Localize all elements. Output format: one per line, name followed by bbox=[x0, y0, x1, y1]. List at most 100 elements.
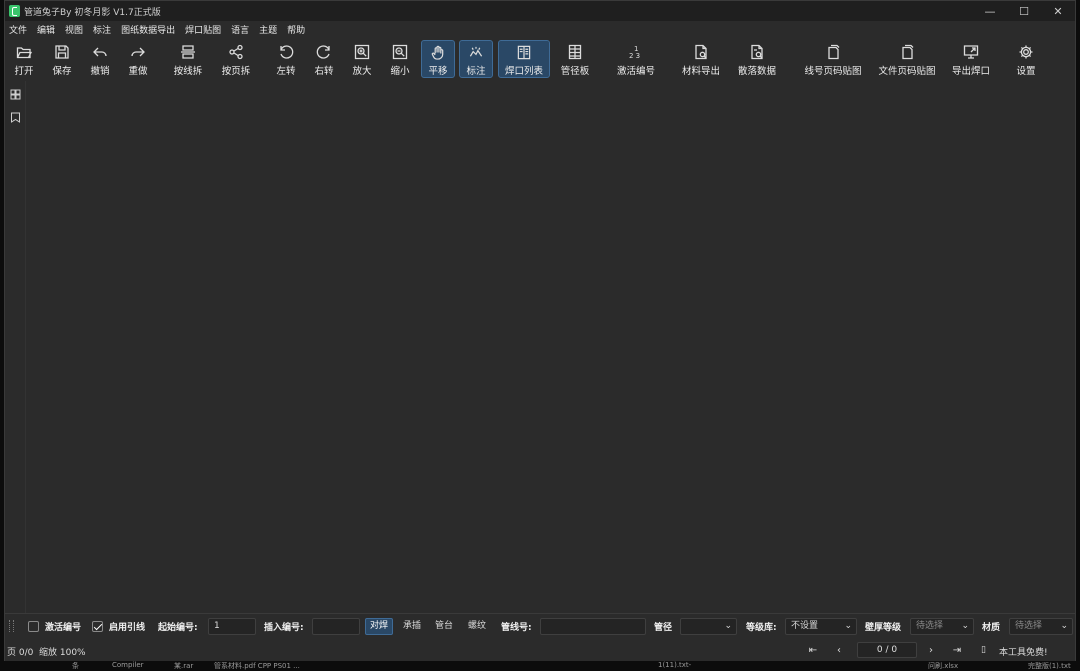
thumbnails-button[interactable] bbox=[8, 87, 22, 101]
weld-list-button[interactable]: 焊口列表 bbox=[498, 40, 550, 78]
desktop-label: 问刷.xlsx bbox=[928, 662, 959, 670]
menu-annotate[interactable]: 标注 bbox=[93, 23, 111, 36]
menu-help[interactable]: 帮助 bbox=[287, 23, 305, 36]
weld-type-boss[interactable]: 管台 bbox=[431, 618, 457, 635]
activate-numbering-button[interactable]: 2 31 激活编号 bbox=[613, 40, 659, 78]
menu-view[interactable]: 视图 bbox=[65, 23, 83, 36]
app-window: 管道兔子By 初冬月影 V1.7正式版 — ☐ ✕ 文件 编辑 视图 标注 图纸… bbox=[4, 0, 1076, 661]
hand-icon bbox=[431, 45, 444, 60]
file-page-stamp-icon bbox=[902, 44, 914, 60]
rotate-left-icon bbox=[280, 45, 294, 59]
rotate-right-icon bbox=[316, 45, 330, 59]
zoom-out-button[interactable]: 缩小 bbox=[385, 40, 415, 78]
grid-icon bbox=[10, 89, 20, 99]
document-canvas[interactable] bbox=[26, 81, 1075, 613]
enable-leader-checkbox[interactable]: 启用引线 bbox=[92, 620, 145, 633]
chevron-down-icon: ⌄ bbox=[961, 621, 969, 631]
activate-numbering-checkbox[interactable]: 激活编号 bbox=[28, 620, 81, 633]
first-page-button[interactable]: ⇤ bbox=[805, 643, 821, 657]
split-by-page-button[interactable]: 按页拆 bbox=[217, 40, 255, 78]
checkbox-checked[interactable] bbox=[92, 621, 103, 632]
start-number-label: 起始编号: bbox=[158, 623, 198, 633]
save-icon bbox=[55, 45, 69, 59]
chevron-down-icon: ⌄ bbox=[1060, 621, 1068, 631]
maximize-button[interactable]: ☐ bbox=[1007, 1, 1041, 21]
minimize-button[interactable]: — bbox=[973, 1, 1007, 21]
rotate-left-button[interactable]: 左转 bbox=[271, 40, 301, 78]
toolbar: 打开 保存 撤销 重做 按线拆 按页拆 左转 右转 放大 缩小 平移 标注 焊口… bbox=[5, 38, 1075, 80]
pipeline-number-label: 管线号: bbox=[501, 623, 532, 633]
menu-language[interactable]: 语言 bbox=[231, 23, 249, 36]
menu-edit[interactable]: 编辑 bbox=[37, 23, 55, 36]
undo-button[interactable]: 撤销 bbox=[85, 40, 115, 78]
next-page-button[interactable]: › bbox=[923, 643, 939, 657]
zoom-out-icon bbox=[392, 44, 408, 60]
numbering-icon: 2 31 bbox=[629, 45, 640, 60]
status-bar: 页 0/0 缩放 100% ⇤ ‹ 0 / 0 › ⇥ ▯ 本工具免费! bbox=[5, 640, 1075, 661]
zoom-in-icon bbox=[354, 44, 370, 60]
desktop-label: 完整版(1).txt bbox=[1028, 662, 1071, 670]
save-button[interactable]: 保存 bbox=[47, 40, 77, 78]
insert-number-label: 插入编号: bbox=[264, 623, 304, 633]
weld-type-butt[interactable]: 对焊 bbox=[365, 618, 394, 635]
zoom-in-button[interactable]: 放大 bbox=[347, 40, 377, 78]
start-number-input[interactable]: 1 bbox=[208, 618, 256, 635]
diameter-panel-button[interactable]: 管径板 bbox=[557, 40, 593, 78]
book-icon: ▯ bbox=[981, 645, 986, 655]
split-by-line-button[interactable]: 按线拆 bbox=[169, 40, 207, 78]
property-bar: 激活编号 启用引线 起始编号: 1 插入编号: 对焊 承插 管台 螺纹 管线号:… bbox=[5, 613, 1075, 640]
bookmarks-button[interactable] bbox=[8, 110, 22, 124]
bookmark-icon bbox=[10, 112, 20, 123]
material-select[interactable]: 待选择 ⌄ bbox=[1009, 618, 1073, 635]
toolbar-grip[interactable] bbox=[9, 620, 14, 632]
menu-theme[interactable]: 主题 bbox=[259, 23, 277, 36]
app-logo-icon bbox=[9, 5, 20, 17]
material-label: 材质 bbox=[982, 623, 1001, 633]
close-button[interactable]: ✕ bbox=[1041, 1, 1075, 21]
split-by-line-icon bbox=[181, 45, 195, 59]
desktop-label: 1(11).txt- bbox=[658, 661, 692, 669]
last-page-button[interactable]: ⇥ bbox=[949, 643, 965, 657]
window-title: 管道兔子By 初冬月影 V1.7正式版 bbox=[24, 7, 161, 18]
prev-page-button[interactable]: ‹ bbox=[831, 643, 847, 657]
pipe-diameter-select[interactable]: ⌄ bbox=[680, 618, 737, 635]
line-page-stamp-icon bbox=[828, 44, 840, 60]
last-page-icon: ⇥ bbox=[952, 644, 962, 656]
weld-type-socket[interactable]: 承插 bbox=[399, 618, 425, 635]
desktop-label: Compiler bbox=[112, 661, 144, 669]
undo-icon bbox=[93, 47, 107, 57]
page-number-input[interactable]: 0 / 0 bbox=[857, 642, 917, 658]
open-button[interactable]: 打开 bbox=[9, 40, 39, 78]
pipeline-number-input[interactable] bbox=[540, 618, 646, 635]
menu-weld-stamp[interactable]: 焊口贴图 bbox=[185, 23, 221, 36]
line-page-stamp-button[interactable]: 线号页码贴图 bbox=[801, 40, 865, 78]
menu-bar: 文件 编辑 视图 标注 图纸数据导出 焊口贴图 语言 主题 帮助 bbox=[5, 21, 1075, 38]
wall-grade-label: 壁厚等级 bbox=[865, 623, 902, 633]
insert-number-input[interactable] bbox=[312, 618, 360, 635]
list-icon bbox=[517, 45, 531, 60]
scatter-data-button[interactable]: 散落数据 bbox=[735, 40, 779, 78]
rotate-right-button[interactable]: 右转 bbox=[309, 40, 339, 78]
menu-drawing-export[interactable]: 图纸数据导出 bbox=[121, 23, 175, 36]
menu-file[interactable]: 文件 bbox=[9, 23, 27, 36]
chevron-down-icon: ⌄ bbox=[844, 621, 852, 631]
weld-type-thread[interactable]: 螺纹 bbox=[464, 618, 490, 635]
first-page-icon: ⇤ bbox=[808, 644, 818, 656]
settings-button[interactable]: 设置 bbox=[1011, 40, 1041, 78]
export-weld-button[interactable]: 导出焊口 bbox=[949, 40, 993, 78]
file-page-stamp-button[interactable]: 文件页码贴图 bbox=[875, 40, 939, 78]
pan-button[interactable]: 平移 bbox=[421, 40, 455, 78]
chevron-down-icon: ⌄ bbox=[724, 621, 732, 631]
folder-open-icon bbox=[16, 47, 32, 59]
annotate-button[interactable]: 标注 bbox=[459, 40, 493, 78]
grade-library-label: 等级库: bbox=[746, 623, 777, 633]
gear-icon bbox=[1019, 45, 1033, 59]
page-indicator: 页 0/0 bbox=[7, 648, 34, 658]
desktop-label: 某.rar bbox=[174, 662, 194, 670]
material-export-button[interactable]: 材料导出 bbox=[679, 40, 723, 78]
grade-library-select[interactable]: 不设置 ⌄ bbox=[785, 618, 857, 635]
checkbox-box[interactable] bbox=[28, 621, 39, 632]
wall-grade-select[interactable]: 待选择 ⌄ bbox=[910, 618, 974, 635]
redo-button[interactable]: 重做 bbox=[123, 40, 153, 78]
chevron-right-icon: › bbox=[929, 644, 933, 656]
